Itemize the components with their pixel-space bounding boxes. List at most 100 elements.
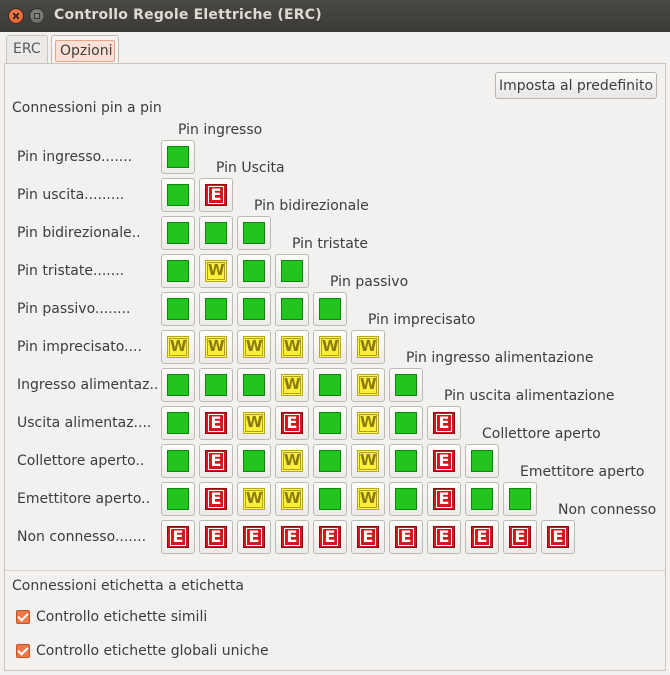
erc-cell-warning[interactable]: W xyxy=(351,368,385,402)
unique-global-labels-checkbox[interactable] xyxy=(16,644,30,658)
tab-erc[interactable]: ERC xyxy=(6,35,48,63)
erc-cell-ok[interactable] xyxy=(313,406,347,440)
ok-square-icon xyxy=(509,488,531,510)
erc-cell-warning[interactable]: W xyxy=(161,330,195,364)
erc-cell-ok[interactable] xyxy=(161,368,195,402)
erc-cell-error[interactable]: E xyxy=(275,406,309,440)
error-letter: E xyxy=(550,528,566,546)
erc-cell-ok[interactable] xyxy=(161,254,195,288)
ok-square-icon xyxy=(205,374,227,396)
erc-cell-ok[interactable] xyxy=(237,292,271,326)
erc-cell-error[interactable]: E xyxy=(389,520,423,554)
erc-cell-ok[interactable] xyxy=(389,406,423,440)
erc-cell-ok[interactable] xyxy=(389,482,423,516)
erc-cell-ok[interactable] xyxy=(199,368,233,402)
similar-labels-checkbox[interactable] xyxy=(16,610,30,624)
erc-cell-ok[interactable] xyxy=(503,482,537,516)
error-letter: E xyxy=(284,414,300,432)
column-label-pin-ingresso-alimentazione: Pin ingresso alimentazione xyxy=(406,350,594,366)
error-e-icon: E xyxy=(357,526,379,548)
erc-cell-error[interactable]: E xyxy=(275,520,309,554)
erc-cell-ok[interactable] xyxy=(389,368,423,402)
error-letter: E xyxy=(436,452,452,470)
erc-cell-ok[interactable] xyxy=(161,178,195,212)
erc-cell-ok[interactable] xyxy=(389,444,423,478)
erc-cell-ok[interactable] xyxy=(199,216,233,250)
erc-cell-ok[interactable] xyxy=(161,140,195,174)
erc-cell-warning[interactable]: W xyxy=(351,482,385,516)
erc-cell-warning[interactable]: W xyxy=(237,330,271,364)
warning-letter: W xyxy=(207,261,225,280)
erc-cell-ok[interactable] xyxy=(237,368,271,402)
erc-cell-error[interactable]: E xyxy=(351,520,385,554)
warning-letter: W xyxy=(283,489,301,508)
warning-w-icon: W xyxy=(243,488,265,510)
ok-square-icon xyxy=(167,260,189,282)
ok-square-icon xyxy=(319,374,341,396)
erc-cell-warning[interactable]: W xyxy=(351,406,385,440)
row-label-pin-uscita: Pin uscita......... xyxy=(17,187,125,203)
erc-cell-error[interactable]: E xyxy=(427,406,461,440)
erc-cell-error[interactable]: E xyxy=(161,520,195,554)
column-label-collettore-aperto: Collettore aperto xyxy=(482,426,601,442)
erc-cell-ok[interactable] xyxy=(465,444,499,478)
erc-cell-error[interactable]: E xyxy=(427,482,461,516)
erc-cell-error[interactable]: E xyxy=(237,520,271,554)
column-label-pin-bidirezionale: Pin bidirezionale xyxy=(254,198,369,214)
erc-cell-warning[interactable]: W xyxy=(199,330,233,364)
erc-cell-error[interactable]: E xyxy=(199,406,233,440)
erc-cell-ok[interactable] xyxy=(161,216,195,250)
error-e-icon: E xyxy=(281,526,303,548)
erc-cell-warning[interactable]: W xyxy=(237,406,271,440)
ok-square-icon xyxy=(471,488,493,510)
erc-cell-error[interactable]: E xyxy=(427,444,461,478)
erc-cell-warning[interactable]: W xyxy=(313,330,347,364)
erc-cell-ok[interactable] xyxy=(313,444,347,478)
erc-cell-ok[interactable] xyxy=(275,254,309,288)
tab-opzioni-label: Opzioni xyxy=(55,40,115,62)
erc-cell-warning[interactable]: W xyxy=(199,254,233,288)
erc-cell-warning[interactable]: W xyxy=(351,444,385,478)
erc-cell-error[interactable]: E xyxy=(503,520,537,554)
erc-cell-ok[interactable] xyxy=(199,292,233,326)
erc-cell-warning[interactable]: W xyxy=(351,330,385,364)
close-window-icon[interactable] xyxy=(8,8,24,24)
erc-cell-ok[interactable] xyxy=(313,292,347,326)
erc-cell-ok[interactable] xyxy=(275,292,309,326)
erc-cell-ok[interactable] xyxy=(313,368,347,402)
erc-cell-warning[interactable]: W xyxy=(275,482,309,516)
erc-cell-ok[interactable] xyxy=(161,444,195,478)
erc-cell-ok[interactable] xyxy=(465,482,499,516)
ok-square-icon xyxy=(167,222,189,244)
erc-cell-ok[interactable] xyxy=(161,482,195,516)
warning-letter: W xyxy=(359,337,377,356)
erc-cell-error[interactable]: E xyxy=(199,520,233,554)
warning-w-icon: W xyxy=(357,412,379,434)
erc-cell-ok[interactable] xyxy=(161,292,195,326)
ok-square-icon xyxy=(167,298,189,320)
erc-cell-ok[interactable] xyxy=(237,444,271,478)
erc-cell-ok[interactable] xyxy=(237,216,271,250)
erc-cell-error[interactable]: E xyxy=(541,520,575,554)
erc-cell-error[interactable]: E xyxy=(199,482,233,516)
erc-cell-error[interactable]: E xyxy=(199,178,233,212)
erc-cell-ok[interactable] xyxy=(237,254,271,288)
minimize-window-icon[interactable] xyxy=(29,8,45,24)
ok-square-icon xyxy=(205,222,227,244)
erc-cell-warning[interactable]: W xyxy=(275,444,309,478)
warning-w-icon: W xyxy=(167,336,189,358)
error-e-icon: E xyxy=(547,526,569,548)
error-e-icon: E xyxy=(433,526,455,548)
erc-cell-error[interactable]: E xyxy=(313,520,347,554)
tab-opzioni[interactable]: Opzioni xyxy=(51,35,119,65)
erc-cell-error[interactable]: E xyxy=(427,520,461,554)
erc-cell-ok[interactable] xyxy=(161,406,195,440)
erc-cell-warning[interactable]: W xyxy=(237,482,271,516)
erc-cell-warning[interactable]: W xyxy=(275,368,309,402)
reset-defaults-button[interactable]: Imposta al predefinito xyxy=(495,72,657,99)
erc-cell-ok[interactable] xyxy=(313,482,347,516)
erc-cell-error[interactable]: E xyxy=(199,444,233,478)
erc-cell-error[interactable]: E xyxy=(465,520,499,554)
error-letter: E xyxy=(208,490,224,508)
erc-cell-warning[interactable]: W xyxy=(275,330,309,364)
